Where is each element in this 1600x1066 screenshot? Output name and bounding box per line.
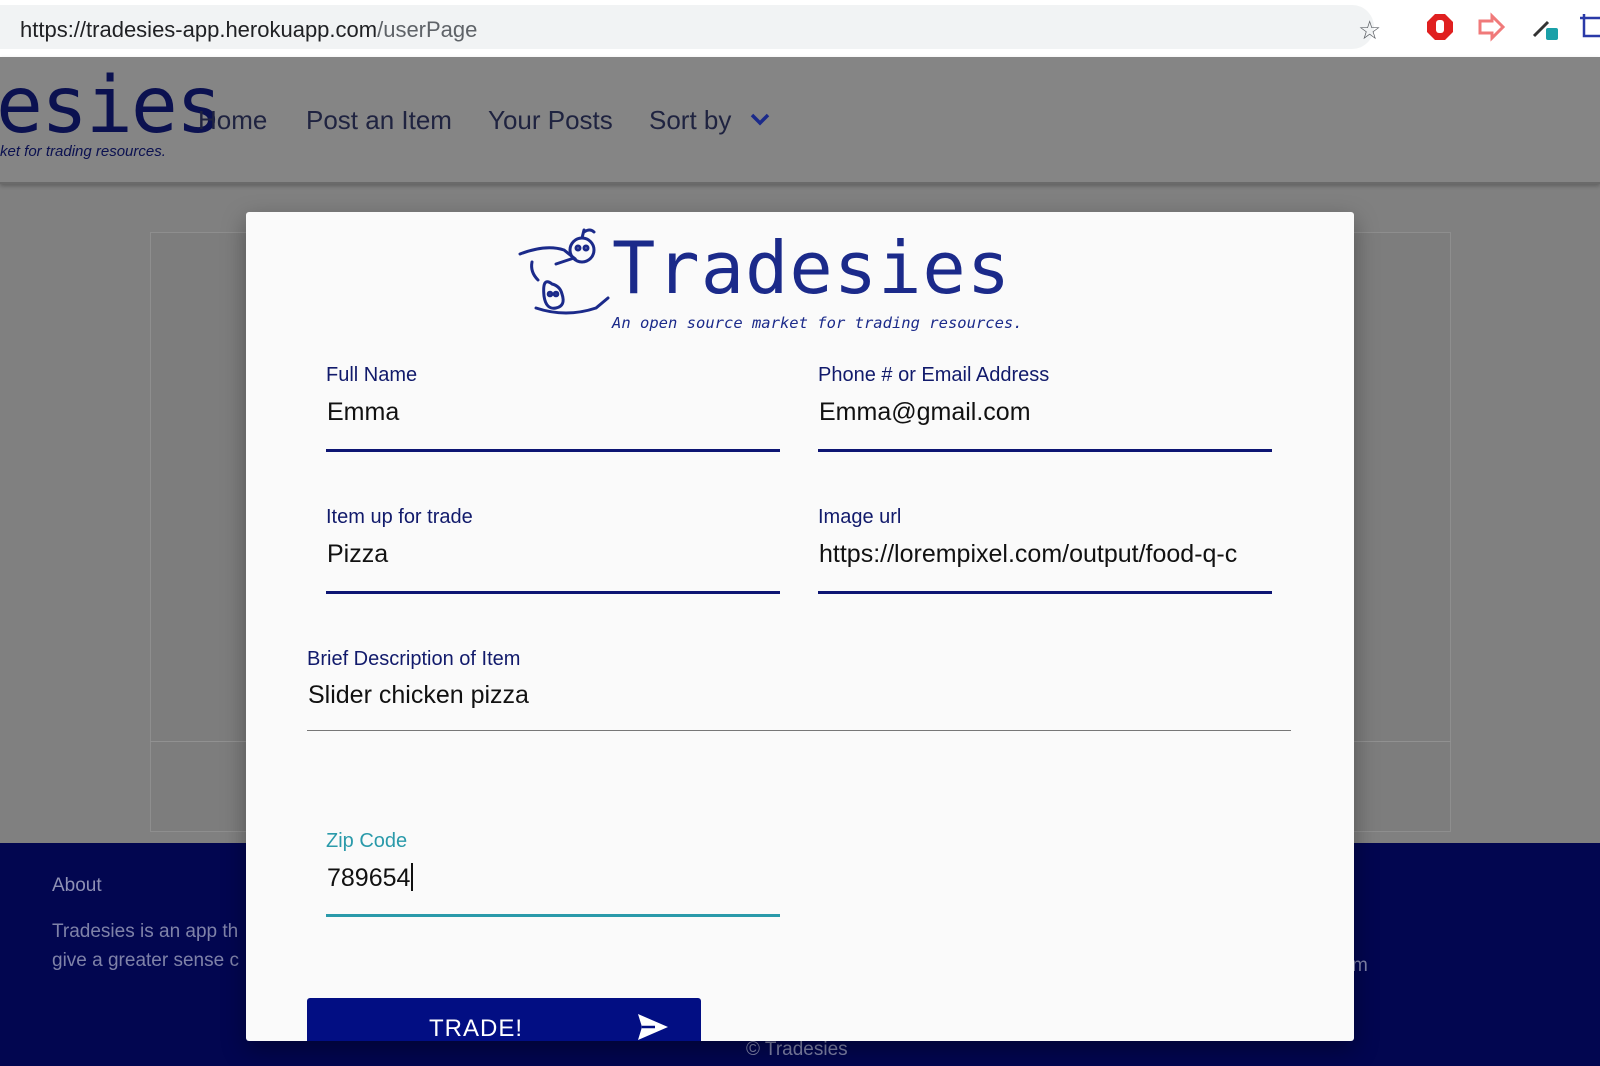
footer-text-line: Tradesies is an app th [52, 921, 239, 942]
image-url-underline [818, 591, 1272, 594]
item-label: Item up for trade [326, 506, 473, 528]
item-input[interactable]: Pizza [327, 540, 781, 569]
trade-button-label: TRADE! [429, 1015, 524, 1041]
item-field[interactable]: Item up for trade Pizza [326, 506, 780, 596]
url-text[interactable]: https://tradesies-app.herokuapp.com/user… [20, 17, 477, 43]
url-path: /userPage [377, 17, 478, 42]
full-name-underline [326, 449, 780, 452]
trade-submit-button[interactable]: TRADE! [307, 998, 701, 1041]
contact-field[interactable]: Phone # or Email Address Emma@gmail.com [818, 364, 1272, 454]
nav-post-item-link[interactable]: Post an Item [306, 105, 452, 136]
address-bar[interactable]: https://tradesies-app.herokuapp.com/user… [0, 5, 1381, 49]
footer-about-heading: About [52, 875, 102, 896]
modal-logo: Tradesies An open source market for trad… [516, 224, 1023, 332]
footer-about-text: Tradesies is an app th give a greater se… [52, 917, 252, 975]
nav-logo-tagline: ket for trading resources. [0, 143, 166, 160]
description-underline [307, 730, 1291, 731]
stop-hand-icon[interactable] [1425, 12, 1455, 42]
crop-icon[interactable] [1578, 12, 1600, 42]
browser-toolbar: https://tradesies-app.herokuapp.com/user… [0, 0, 1600, 57]
url-host: https://tradesies-app.herokuapp.com [20, 17, 378, 42]
nav-logo[interactable]: esies [0, 67, 223, 145]
nav-sort-by-link[interactable]: Sort by [649, 105, 731, 136]
description-label: Brief Description of Item [307, 648, 521, 670]
logo-hands-fruit-icon [518, 228, 610, 315]
footer-text-fragment: m [1352, 955, 1368, 976]
image-url-input[interactable]: https://lorempixel.com/output/food-q-c [819, 540, 1273, 569]
chevron-down-icon[interactable] [748, 107, 772, 131]
trade-form-modal: Tradesies An open source market for trad… [246, 212, 1354, 1041]
send-icon [638, 1014, 668, 1040]
description-input[interactable]: Slider chicken pizza [308, 681, 1292, 710]
contact-underline [818, 449, 1272, 452]
footer-copyright: © Tradesies [746, 1039, 848, 1060]
nav-home-link[interactable]: Home [198, 105, 267, 136]
eyedropper-icon[interactable] [1530, 12, 1560, 42]
text-caret [411, 863, 414, 891]
zip-code-label: Zip Code [326, 830, 408, 852]
navbar: esies ket for trading resources. Home Po… [0, 57, 1600, 184]
full-name-label: Full Name [326, 364, 418, 386]
nav-your-posts-link[interactable]: Your Posts [488, 105, 613, 136]
logo-tagline: An open source market for trading resour… [612, 314, 1023, 332]
full-name-input[interactable]: Emma [327, 398, 781, 427]
zip-code-field[interactable]: Zip Code 789654 [326, 830, 780, 920]
contact-label: Phone # or Email Address [818, 364, 1050, 386]
zip-code-underline [326, 914, 780, 917]
image-url-field[interactable]: Image url https://lorempixel.com/output/… [818, 506, 1272, 596]
full-name-field[interactable]: Full Name Emma [326, 364, 780, 454]
logo-title: Tradesies [612, 226, 1012, 310]
item-underline [326, 591, 780, 594]
contact-input[interactable]: Emma@gmail.com [819, 398, 1273, 427]
arrow-icon[interactable] [1476, 12, 1506, 42]
image-url-label: Image url [818, 506, 902, 528]
description-field[interactable]: Brief Description of Item Slider chicken… [307, 648, 1291, 738]
star-icon[interactable]: ☆ [1358, 17, 1381, 43]
zip-code-value: 789654 [327, 864, 411, 892]
zip-code-input[interactable]: 789654 [327, 863, 414, 893]
footer-text-line: give a greater sense c [52, 950, 239, 971]
